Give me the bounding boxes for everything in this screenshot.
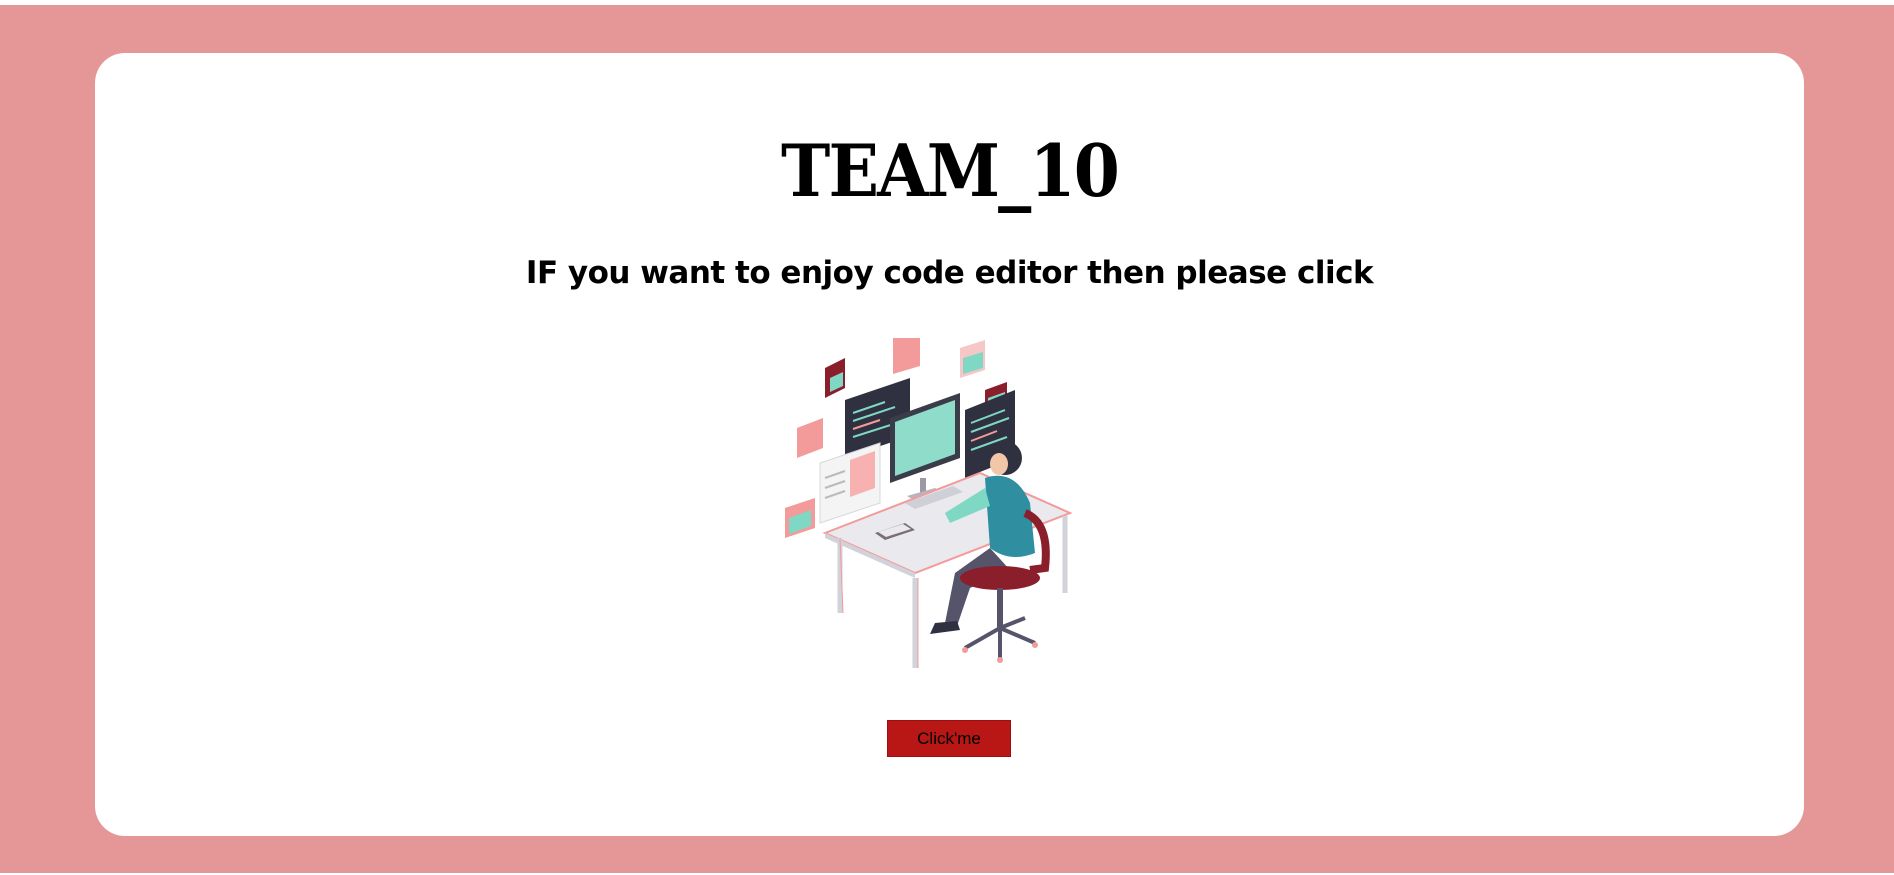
floating-tile-icon (785, 498, 815, 538)
page-subtitle: IF you want to enjoy code editor then pl… (525, 255, 1374, 291)
page-background: TEAM_10 IF you want to enjoy code editor… (0, 5, 1894, 873)
click-me-button[interactable]: Click'me (887, 720, 1011, 757)
floating-tile-icon (825, 358, 845, 398)
floating-tile-icon (960, 340, 985, 378)
developer-at-desk-illustration (785, 330, 1185, 718)
floating-tile-icon (797, 418, 823, 458)
document-icon (819, 442, 881, 524)
page-title: TEAM_10 (781, 128, 1120, 213)
floating-tile-icon (893, 330, 920, 374)
content-card: TEAM_10 IF you want to enjoy code editor… (95, 53, 1804, 836)
